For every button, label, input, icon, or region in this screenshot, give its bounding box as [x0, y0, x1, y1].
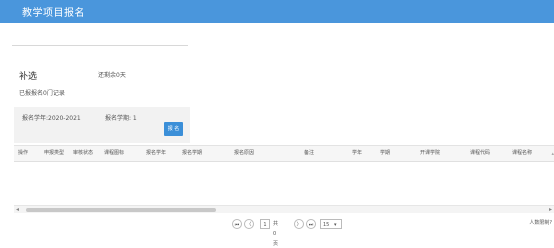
col-registration-year[interactable]: 报名学年: [146, 149, 166, 156]
prev-page-button[interactable]: 〈: [244, 219, 254, 229]
table-body: [14, 162, 554, 204]
page-title: 教学项目报名: [22, 8, 85, 19]
last-page-button[interactable]: ⏭: [306, 219, 316, 229]
page-number-input[interactable]: 1: [260, 219, 270, 229]
page-size-select[interactable]: 15 ▾: [320, 219, 342, 229]
col-course-icon[interactable]: 课程图标: [104, 149, 124, 156]
filter-panel: 报名学年:2020-2021 报名学期: 1 报 名: [14, 107, 190, 143]
academic-year-label: 报名学年:2020-2021: [22, 115, 81, 122]
col-course-name[interactable]: 课程名称: [512, 149, 532, 156]
section-title: 补选: [19, 72, 38, 82]
next-page-button[interactable]: 〉: [294, 219, 304, 229]
page-size-value: 15: [323, 222, 330, 228]
registered-count: 已报报名0门记录: [19, 90, 65, 97]
header-divider: [12, 45, 188, 46]
col-term[interactable]: 学期: [380, 149, 390, 156]
table-header: 操作 申报类型 审核状态 课程图标 报名学年 报名学期 报名原因 备注 学年 学…: [14, 146, 554, 162]
top-bar: 教学项目报名: [0, 0, 554, 23]
col-course-code[interactable]: 课程代码: [470, 149, 490, 156]
chevron-down-icon: ▾: [333, 222, 337, 228]
academic-term-label: 报名学期: 1: [105, 115, 137, 122]
col-remarks[interactable]: 备注: [304, 149, 314, 156]
scroll-left-icon[interactable]: ◂: [16, 206, 19, 213]
main-content: 补选 还剩余0天 已报报名0门记录 报名学年:2020-2021 报名学期: 1…: [8, 32, 554, 248]
page-total-label: 共0页: [273, 221, 279, 247]
col-college[interactable]: 开课学院: [420, 149, 440, 156]
scroll-right-icon[interactable]: ▸: [549, 206, 552, 213]
col-registration-reason[interactable]: 报名原因: [234, 149, 254, 156]
col-registration-term[interactable]: 报名学期: [182, 149, 202, 156]
col-review-status[interactable]: 审核状态: [73, 149, 93, 156]
remaining-days-note: 还剩余0天: [98, 72, 126, 79]
scrollbar-thumb[interactable]: [26, 208, 216, 212]
col-operation[interactable]: 操作: [18, 149, 28, 156]
pagination-note: 人数限制?: [529, 220, 552, 226]
results-table: 操作 申报类型 审核状态 课程图标 报名学年 报名学期 报名原因 备注 学年 学…: [14, 145, 554, 247]
col-application-type[interactable]: 申报类型: [44, 149, 64, 156]
col-year[interactable]: 学年: [352, 149, 362, 156]
apply-button[interactable]: 报 名: [164, 122, 183, 136]
first-page-button[interactable]: ⏮: [232, 219, 242, 229]
horizontal-scrollbar[interactable]: ◂ ▸: [14, 205, 554, 213]
